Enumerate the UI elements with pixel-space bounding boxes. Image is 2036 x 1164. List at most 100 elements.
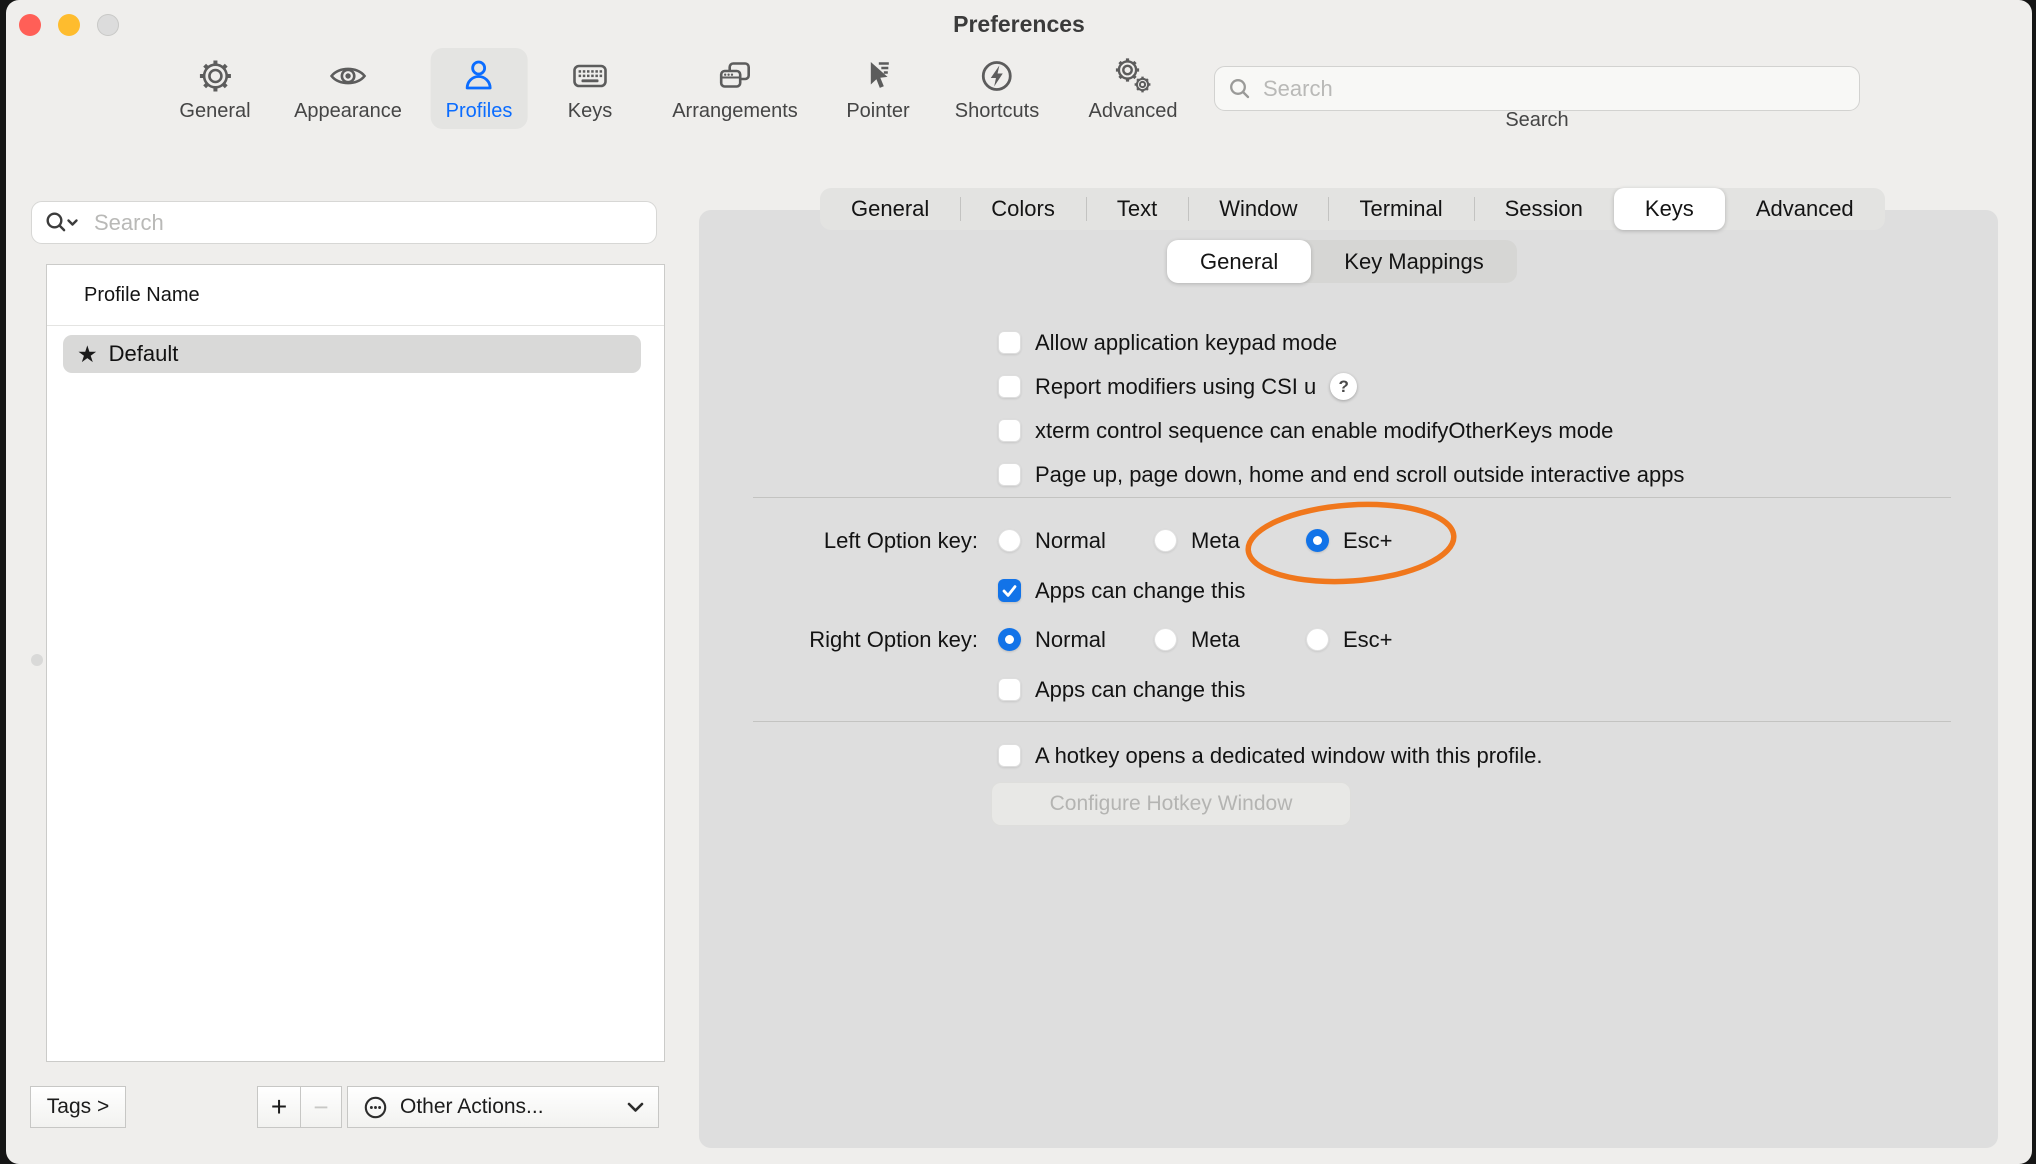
profile-tab-bar: General Colors Text Window Terminal Sess… <box>820 188 1885 230</box>
right-option-meta[interactable]: Meta <box>1154 623 1240 656</box>
preferences-window: Preferences General Appearance <box>6 0 2032 1164</box>
tab-text[interactable]: Text <box>1086 188 1188 230</box>
checkbox-label[interactable]: Allow application keypad mode <box>1035 330 1337 356</box>
toolbar-item-shortcuts[interactable]: Shortcuts <box>940 48 1054 129</box>
right-option-esc[interactable]: Esc+ <box>1306 623 1393 656</box>
profile-row-default[interactable]: ★ Default <box>63 335 641 373</box>
section-divider <box>753 721 1951 722</box>
toolbar-label: Pointer <box>846 100 909 123</box>
right-option-normal[interactable]: Normal <box>998 623 1106 656</box>
toolbar-item-keys[interactable]: Keys <box>552 48 628 129</box>
radio-label[interactable]: Normal <box>1035 528 1106 554</box>
toolbar-label: Profiles <box>446 100 513 123</box>
profile-list: Profile Name ★ Default <box>46 264 665 1062</box>
toolbar-label: Advanced <box>1089 100 1178 123</box>
double-gear-icon <box>1110 55 1156 97</box>
toolbar-label: Shortcuts <box>955 100 1039 123</box>
toolbar-item-advanced[interactable]: Advanced <box>1074 48 1193 129</box>
checkbox-row-modify-other-keys[interactable]: xterm control sequence can enable modify… <box>998 414 1613 447</box>
circle-ellipsis-icon <box>362 1094 389 1121</box>
gear-icon <box>192 55 238 97</box>
radio-label[interactable]: Esc+ <box>1343 627 1393 653</box>
left-option-esc[interactable]: Esc+ <box>1306 524 1393 557</box>
tab-general[interactable]: General <box>820 188 960 230</box>
left-option-meta-radio[interactable] <box>1154 529 1177 552</box>
tab-keys[interactable]: Keys <box>1614 188 1725 230</box>
windows-icon <box>712 55 758 97</box>
toolbar-label: Keys <box>568 100 612 123</box>
radio-label[interactable]: Meta <box>1191 528 1240 554</box>
right-option-meta-radio[interactable] <box>1154 628 1177 651</box>
profile-list-header: Profile Name <box>47 265 664 326</box>
tab-terminal[interactable]: Terminal <box>1328 188 1473 230</box>
toolbar-search-input[interactable] <box>1214 66 1860 111</box>
right-apps-can-change-row[interactable]: Apps can change this <box>998 673 1245 706</box>
left-option-key-label: Left Option key: <box>666 524 978 557</box>
profile-settings-panel <box>699 210 1998 1148</box>
checkbox-row-csi-u[interactable]: Report modifiers using CSI u ? <box>998 370 1357 403</box>
remove-profile-button[interactable]: − <box>300 1086 342 1128</box>
toolbar-item-pointer[interactable]: Pointer <box>831 48 924 129</box>
hotkey-window-checkbox[interactable] <box>998 744 1021 767</box>
radio-label[interactable]: Meta <box>1191 627 1240 653</box>
other-actions-dropdown[interactable]: Other Actions... <box>347 1086 659 1128</box>
profile-search-input[interactable] <box>31 201 657 244</box>
left-option-meta[interactable]: Meta <box>1154 524 1240 557</box>
lightning-icon <box>974 55 1020 97</box>
other-actions-label: Other Actions... <box>400 1095 544 1119</box>
radio-label[interactable]: Esc+ <box>1343 528 1393 554</box>
left-option-normal-radio[interactable] <box>998 529 1021 552</box>
hotkey-row[interactable]: A hotkey opens a dedicated window with t… <box>998 739 1543 772</box>
toolbar-item-arrangements[interactable]: Arrangements <box>657 48 813 129</box>
tab-advanced[interactable]: Advanced <box>1725 188 1885 230</box>
toolbar-search-label: Search <box>1214 109 1860 132</box>
right-apps-can-change-checkbox[interactable] <box>998 678 1021 701</box>
toolbar-label: Arrangements <box>672 100 798 123</box>
report-modifiers-csi-u-checkbox[interactable] <box>998 375 1021 398</box>
left-apps-can-change-row[interactable]: Apps can change this <box>998 574 1245 607</box>
toolbar-item-general[interactable]: General <box>164 48 265 129</box>
checkbox-row-keypad-mode[interactable]: Allow application keypad mode <box>998 326 1337 359</box>
xterm-modify-other-keys-checkbox[interactable] <box>998 419 1021 442</box>
toolbar-label: Appearance <box>294 100 402 123</box>
checkbox-label[interactable]: Apps can change this <box>1035 677 1245 703</box>
left-option-esc-radio[interactable] <box>1306 529 1329 552</box>
keyboard-icon <box>567 55 613 97</box>
add-profile-button[interactable]: + <box>257 1086 301 1128</box>
subtab-general[interactable]: General <box>1167 240 1311 283</box>
chevron-down-icon <box>627 1102 644 1113</box>
checkbox-label[interactable]: A hotkey opens a dedicated window with t… <box>1035 743 1543 769</box>
profile-name: Default <box>109 341 179 367</box>
checkbox-label[interactable]: Page up, page down, home and end scroll … <box>1035 462 1684 488</box>
checkbox-label[interactable]: Report modifiers using CSI u <box>1035 374 1316 400</box>
left-apps-can-change-checkbox[interactable] <box>998 579 1021 602</box>
splitter-handle-dot[interactable] <box>31 654 43 666</box>
left-option-normal[interactable]: Normal <box>998 524 1106 557</box>
configure-hotkey-window-button[interactable]: Configure Hotkey Window <box>991 782 1351 826</box>
eye-icon <box>325 55 371 97</box>
section-divider <box>753 497 1951 498</box>
tab-session[interactable]: Session <box>1474 188 1614 230</box>
page-scroll-outside-apps-checkbox[interactable] <box>998 463 1021 486</box>
checkbox-row-page-scroll[interactable]: Page up, page down, home and end scroll … <box>998 458 1684 491</box>
checkbox-label[interactable]: xterm control sequence can enable modify… <box>1035 418 1613 444</box>
tags-button[interactable]: Tags > <box>30 1086 126 1128</box>
toolbar-item-profiles[interactable]: Profiles <box>431 48 528 129</box>
radio-label[interactable]: Normal <box>1035 627 1106 653</box>
toolbar-item-appearance[interactable]: Appearance <box>279 48 417 129</box>
person-icon <box>456 55 502 97</box>
tab-window[interactable]: Window <box>1188 188 1328 230</box>
right-option-normal-radio[interactable] <box>998 628 1021 651</box>
right-option-esc-radio[interactable] <box>1306 628 1329 651</box>
cursor-icon <box>855 55 901 97</box>
subtab-key-mappings[interactable]: Key Mappings <box>1311 240 1516 283</box>
tab-colors[interactable]: Colors <box>960 188 1086 230</box>
keys-subtab-bar: General Key Mappings <box>1167 240 1517 283</box>
checkbox-label[interactable]: Apps can change this <box>1035 578 1245 604</box>
star-icon: ★ <box>77 343 98 366</box>
help-button[interactable]: ? <box>1330 373 1357 400</box>
magnifier-chevron-icon[interactable] <box>45 211 81 240</box>
search-icon <box>1228 77 1252 106</box>
allow-keypad-mode-checkbox[interactable] <box>998 331 1021 354</box>
window-title: Preferences <box>6 11 2032 38</box>
